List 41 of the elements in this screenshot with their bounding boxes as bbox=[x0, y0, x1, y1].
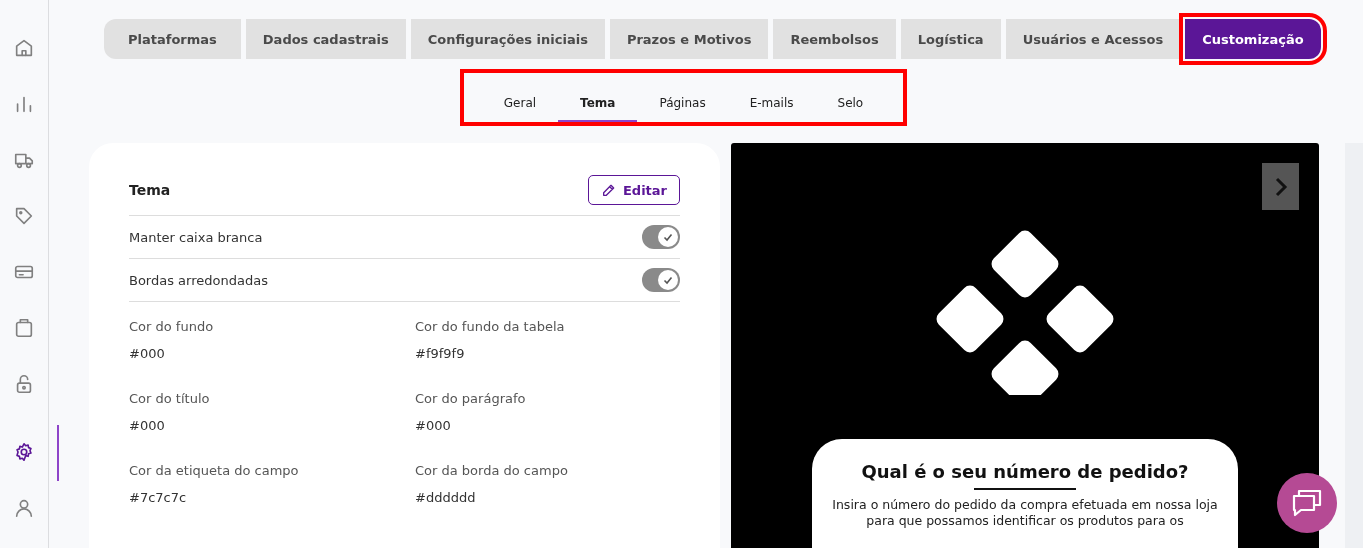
subtab[interactable]: E-mails bbox=[727, 73, 816, 122]
subtab[interactable]: Páginas bbox=[637, 73, 728, 122]
field-value: #f9f9f9 bbox=[415, 346, 466, 361]
toggle-switch[interactable] bbox=[642, 225, 680, 249]
tab[interactable]: Dados cadastrais bbox=[245, 19, 406, 59]
tab[interactable]: Logística bbox=[900, 19, 1001, 59]
field-value: #000 bbox=[129, 346, 166, 361]
tag-icon[interactable] bbox=[13, 205, 35, 227]
tab[interactable]: Configurações iniciais bbox=[410, 19, 605, 59]
card-title: Tema bbox=[129, 182, 171, 198]
field-label: Cor da etiqueta do campo bbox=[129, 463, 300, 478]
pencil-icon bbox=[600, 182, 617, 198]
tab[interactable]: Reembolsos bbox=[773, 19, 896, 59]
tab[interactable]: Usuários e Acessos bbox=[1005, 19, 1181, 59]
field-label: Cor do fundo da tabela bbox=[415, 319, 566, 334]
home-icon[interactable] bbox=[13, 37, 35, 59]
toggle-label: Manter caixa branca bbox=[129, 229, 263, 245]
field-value: #dddddd bbox=[415, 490, 477, 505]
subtab[interactable]: Geral bbox=[481, 73, 559, 122]
field-value: #000 bbox=[129, 418, 166, 433]
tab[interactable]: Prazos e Motivos bbox=[609, 19, 769, 59]
edit-button[interactable]: Editar bbox=[587, 175, 680, 205]
settings-icon[interactable] bbox=[13, 441, 35, 463]
field-label: Cor do fundo bbox=[129, 319, 215, 334]
field-value: #7c7c7c bbox=[129, 490, 188, 505]
subtab[interactable]: Selo bbox=[815, 73, 886, 122]
check-icon bbox=[662, 231, 674, 243]
preview-heading: Qual é o seu número de pedido? bbox=[861, 461, 1189, 482]
toggle-switch[interactable] bbox=[642, 268, 680, 292]
clipboard-icon[interactable] bbox=[13, 317, 35, 339]
field-label: Cor do parágrafo bbox=[415, 391, 527, 406]
user-icon[interactable] bbox=[13, 497, 35, 519]
next-button[interactable] bbox=[1262, 163, 1299, 210]
field-value: #000 bbox=[415, 418, 452, 433]
subtab[interactable]: Tema bbox=[558, 73, 638, 122]
field-label: Cor da borda do campo bbox=[415, 463, 569, 478]
tab[interactable]: Plataformas bbox=[104, 19, 241, 59]
preview-paragraph: Insira o número do pedido da compra efetuada em nossa loja para que possamos identificar os produtos para os bbox=[831, 497, 1219, 529]
check-icon bbox=[662, 274, 674, 286]
field-label: Cor do título bbox=[129, 391, 211, 406]
toggle-label: Bordas arredondadas bbox=[129, 272, 268, 288]
